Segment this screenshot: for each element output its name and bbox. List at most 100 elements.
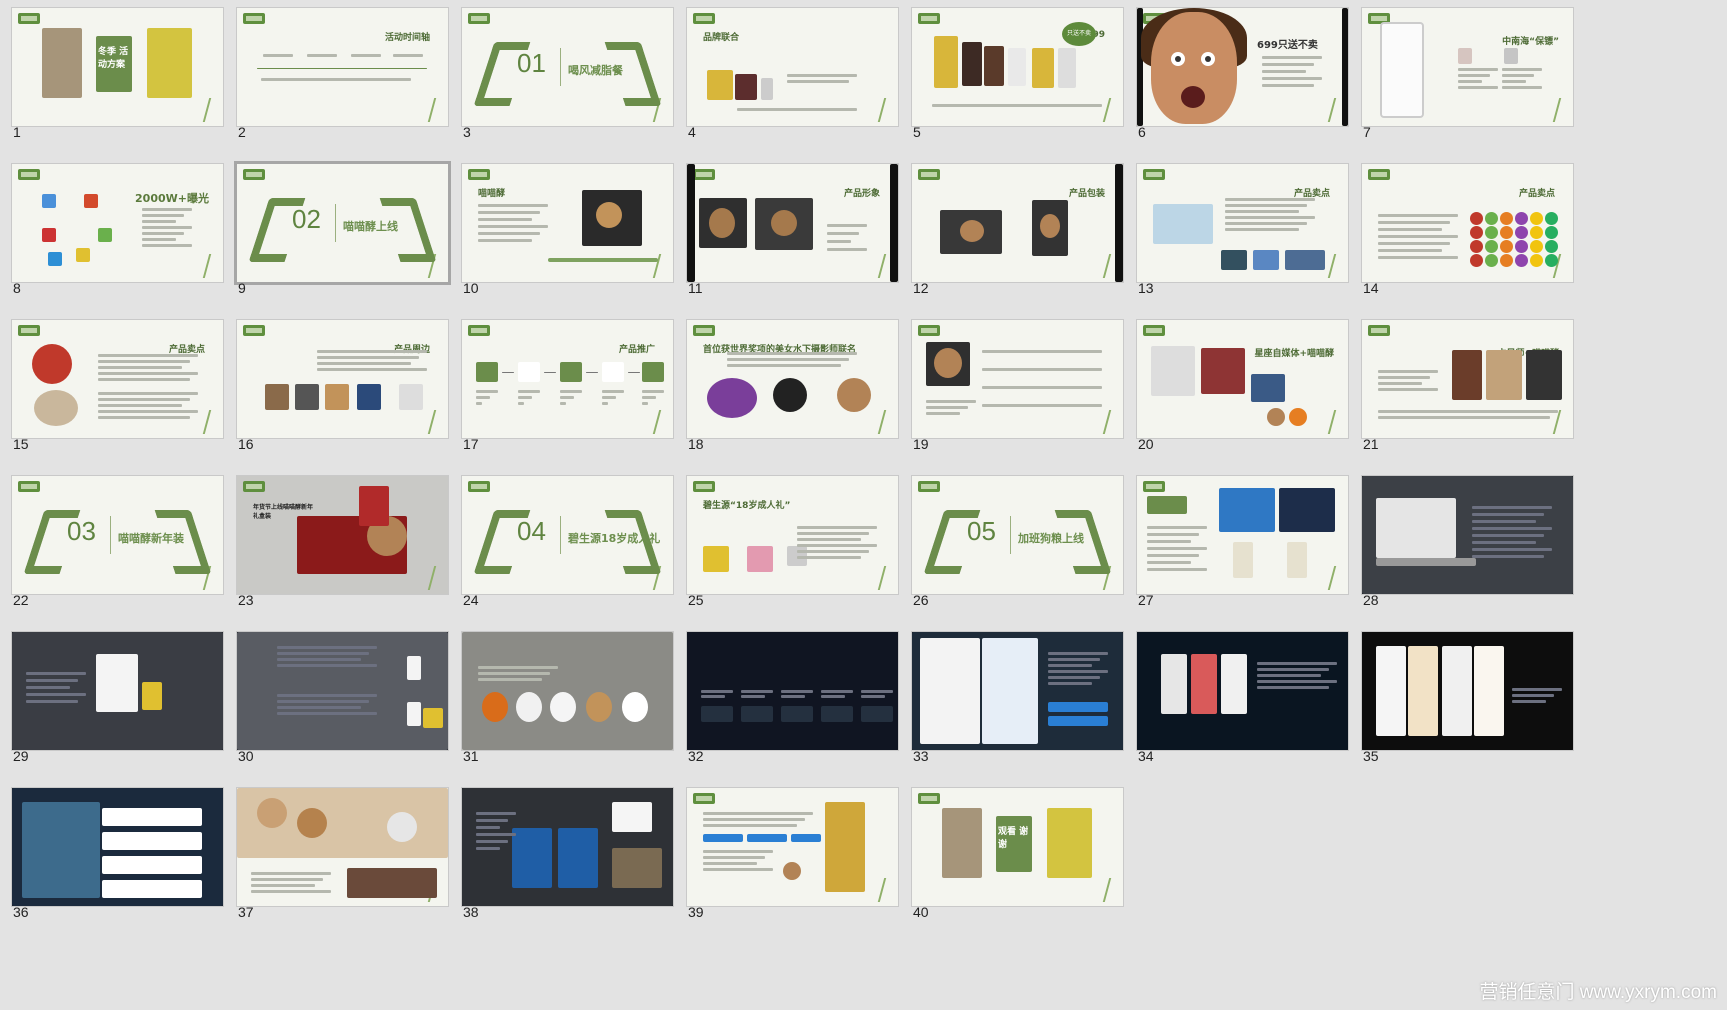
slide-image — [1191, 654, 1217, 714]
slide-thumbnail-35[interactable]: 精准用户流量导入 — [1362, 632, 1573, 750]
text-line — [518, 402, 524, 405]
slide-thumbnail-13[interactable]: 产品卖点 — [1137, 164, 1348, 282]
slide-thumbnail-12[interactable]: 产品包装 — [912, 164, 1123, 282]
slide-number: 15 — [13, 436, 29, 452]
section-divider — [1010, 516, 1011, 554]
slide-thumbnail-36[interactable]: 优质内容推广 — [12, 788, 223, 906]
slide-thumbnail-10[interactable]: 喵喵酵 — [462, 164, 673, 282]
text-line — [1257, 680, 1337, 683]
slide-thumbnail-21[interactable]: 占星师+喵喵酵 — [1362, 320, 1573, 438]
brand-logo-icon — [243, 13, 265, 24]
colorful-plate — [707, 378, 757, 418]
slide-thumbnail-34[interactable]: 我们就是爆款! — [1137, 632, 1348, 750]
slide-number: 38 — [463, 904, 479, 920]
text-line — [703, 812, 813, 815]
watermark-text: 营销任意门 www.yxrym.com — [1479, 982, 1717, 1003]
slide-thumbnail-6[interactable]: 699只送不卖 — [1137, 8, 1348, 126]
text-line — [351, 54, 381, 57]
slide-thumbnail-38[interactable] — [462, 788, 673, 906]
app-icon — [84, 194, 98, 208]
slide-thumbnail-23[interactable]: 年货节上线喵喵酵新年礼盒装 — [237, 476, 448, 594]
brand-logo-icon — [918, 325, 940, 336]
text-line — [787, 74, 857, 77]
text-line — [98, 416, 190, 419]
slide-thumbnail-3[interactable]: 01 喝风减脂餐 — [462, 8, 673, 126]
slide-number: 32 — [688, 748, 704, 764]
merch-photo — [622, 692, 648, 722]
slide-thumbnail-cell: 产品推广 17 — [450, 312, 673, 452]
trophy-photo — [825, 802, 865, 892]
slide-thumbnail-18[interactable]: 首位获世界奖项的美女水下摄影师联名 — [687, 320, 898, 438]
slide-thumbnail-33[interactable] — [912, 632, 1123, 750]
leaf-decoration-icon — [877, 878, 896, 902]
text-line — [642, 402, 648, 405]
app-icon — [42, 228, 56, 242]
slide-image — [687, 164, 695, 282]
slide-thumbnail-17[interactable]: 产品推广 — [462, 320, 673, 438]
text-line — [982, 350, 1102, 353]
slide-image — [984, 46, 1004, 86]
slide-image — [347, 868, 437, 898]
slide-image — [423, 708, 443, 728]
slide-thumbnail-7[interactable]: 中南海“保镖” — [1362, 8, 1573, 126]
slide-thumbnail-37[interactable] — [237, 788, 448, 906]
text-line — [1472, 555, 1544, 558]
slide-thumbnail-29[interactable]: 加班狗粮 — [12, 632, 223, 750]
slide-title: 产品推广 — [618, 345, 655, 355]
slide-thumbnail-30[interactable]: 12+ — [237, 632, 448, 750]
text-line — [98, 410, 198, 413]
slide-thumbnail-cell: 碧生源“18岁成人礼” 25 — [675, 468, 898, 608]
text-line — [1147, 547, 1207, 550]
slide-thumbnail-16[interactable]: 产品周边 — [237, 320, 448, 438]
slide-thumbnail-cell: 38 — [450, 780, 673, 920]
slide-thumbnail-20[interactable]: 星座自媒体+喵喵酵 — [1137, 320, 1348, 438]
slide-thumbnail-5[interactable]: 699只送不卖 — [912, 8, 1123, 126]
text-line — [1378, 228, 1442, 231]
slide-thumbnail-cell: 产品包装 12 — [900, 156, 1123, 296]
slide-thumbnail-4[interactable]: 品牌联合 — [687, 8, 898, 126]
slide-thumbnail-1[interactable]: 冬季 活动方案 — [12, 8, 223, 126]
slide-image — [1048, 716, 1108, 726]
slide-thumbnail-39[interactable] — [687, 788, 898, 906]
slide-thumbnail-24[interactable]: 04 碧生源18岁成人礼 — [462, 476, 673, 594]
slide-number: 16 — [238, 436, 254, 452]
slide-thumbnail-14[interactable]: 产品卖点 — [1362, 164, 1573, 282]
slide-thumbnail-26[interactable]: 05 加班狗粮上线 — [912, 476, 1123, 594]
text-line — [1378, 256, 1458, 259]
section-number: 05 — [967, 516, 996, 546]
text-line — [1458, 74, 1490, 77]
text-line — [478, 232, 540, 235]
text-line — [1378, 416, 1550, 419]
slide-thumbnail-22[interactable]: 03 喵喵酵新年装 — [12, 476, 223, 594]
slide-number: 28 — [1363, 592, 1379, 608]
text-line — [26, 679, 78, 682]
text-line — [1048, 652, 1108, 655]
text-line — [787, 80, 849, 83]
slide-thumbnail-8[interactable]: 2000W+曝光 — [12, 164, 223, 282]
slide-thumbnail-19[interactable] — [912, 320, 1123, 438]
slide-thumbnail-11[interactable]: 产品形象 — [687, 164, 898, 282]
brand-logo-icon — [1143, 325, 1165, 336]
slide-thumbnail-25[interactable]: 碧生源“18岁成人礼” — [687, 476, 898, 594]
brand-logo-icon — [18, 169, 40, 180]
veg-photo — [1470, 254, 1483, 267]
brand-logo-icon — [468, 169, 490, 180]
slide-image — [612, 848, 662, 888]
veg-photo — [1470, 212, 1483, 225]
flow-arrow — [586, 372, 598, 373]
slide-thumbnail-28[interactable] — [1362, 476, 1573, 594]
slide-thumbnail-32[interactable]: 多平台推广引爆传播 — [687, 632, 898, 750]
slide-thumbnail-40[interactable]: 观看 谢谢 — [912, 788, 1123, 906]
text-line — [277, 712, 377, 715]
slide-thumbnail-15[interactable]: 产品卖点 — [12, 320, 223, 438]
slide-thumbnail-cell: 产品周边 16 — [225, 312, 448, 452]
slide-thumbnail-9[interactable]: 02 喵喵酵上线 — [237, 164, 448, 282]
slide-thumbnail-cell: 产品卖点 14 — [1350, 156, 1573, 296]
text-line — [142, 226, 192, 229]
leaf-decoration-icon — [1327, 566, 1346, 590]
slide-thumbnail-2[interactable]: 活动时间轴 — [237, 8, 448, 126]
veg-photo — [1500, 212, 1513, 225]
text-line — [476, 819, 508, 822]
slide-thumbnail-27[interactable] — [1137, 476, 1348, 594]
slide-thumbnail-31[interactable]: 定制联名“狗粮”周边 — [462, 632, 673, 750]
